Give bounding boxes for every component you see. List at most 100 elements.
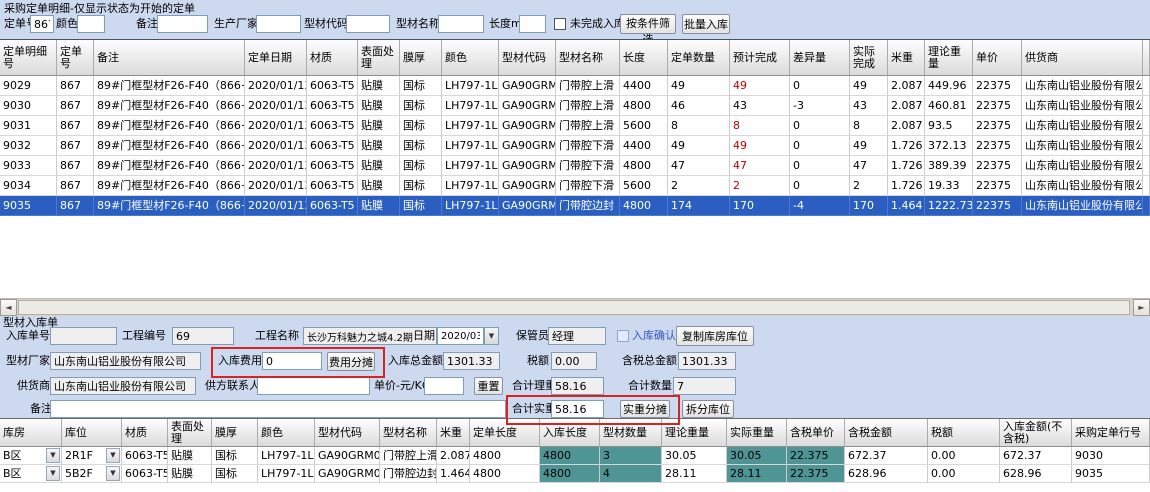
unit-price-input[interactable] (424, 377, 464, 395)
cell: 22375 (973, 76, 1022, 96)
column-header[interactable]: 入库金额(不含税) (1000, 419, 1072, 447)
column-header[interactable]: 米重 (888, 40, 925, 76)
column-header[interactable]: 定单号 (57, 40, 94, 76)
project-no-input[interactable] (172, 327, 234, 345)
table-row[interactable]: 903486789#门框型材F26-F40（866+867）2020/01/13… (0, 176, 1150, 196)
column-header[interactable]: 预计完成 (730, 40, 790, 76)
table-row[interactable]: B区▼5B2F▼6063-T5贴膜国标LH797-1LL0GA90GRM05门带… (0, 465, 1150, 483)
cell: B区▼ (0, 465, 62, 483)
reset-button[interactable]: 重置 (474, 377, 503, 395)
length-input[interactable] (519, 15, 546, 33)
column-header[interactable]: 库房 (0, 419, 62, 447)
batch-inbound-button[interactable]: 批量入库 (682, 14, 730, 34)
column-header[interactable]: 型材数量 (600, 419, 662, 447)
order-no-input[interactable] (30, 15, 54, 33)
unit-price-label: 单价-元/KG (374, 377, 430, 395)
total-qty-input[interactable] (673, 377, 736, 395)
column-header[interactable]: 颜色 (258, 419, 315, 447)
date-input[interactable] (437, 327, 484, 345)
column-header[interactable]: 差异量 (790, 40, 850, 76)
inbound-confirm-checkbox[interactable] (617, 330, 629, 342)
tax-input[interactable] (551, 352, 597, 370)
column-header[interactable]: 库位 (62, 419, 122, 447)
cell: 2.087 (888, 76, 925, 96)
column-header[interactable]: 表面处理 (168, 419, 212, 447)
column-header[interactable]: 表面处理 (358, 40, 400, 76)
inbound-total-input[interactable] (443, 352, 500, 370)
date-dropdown-icon[interactable]: ▼ (484, 327, 499, 345)
combo-arrow-icon[interactable]: ▼ (46, 466, 60, 481)
column-header[interactable]: 定单长度 (470, 419, 540, 447)
column-header[interactable]: 颜色 (442, 40, 499, 76)
scroll-right-icon[interactable]: ► (1133, 299, 1150, 316)
profile-name-input[interactable] (438, 15, 484, 33)
column-header[interactable]: 材质 (307, 40, 358, 76)
filter-by-condition-button[interactable]: 按条件筛选 (620, 14, 676, 34)
table-row[interactable]: 903086789#门框型材F26-F40（866+867）2020/01/13… (0, 96, 1150, 116)
manufacturer-label: 生产厂家 (214, 15, 258, 33)
column-header[interactable]: 型材代码 (499, 40, 556, 76)
column-header[interactable]: 材质 (122, 419, 168, 447)
cell: 门带腔下滑 (556, 176, 620, 196)
column-header[interactable]: 单价 (973, 40, 1022, 76)
column-header[interactable]: 膜厚 (212, 419, 258, 447)
column-header[interactable]: 定单明细号 (0, 40, 57, 76)
column-header[interactable]: 定单日期 (245, 40, 307, 76)
cell: 9033 (0, 156, 57, 176)
column-header[interactable]: 膜厚 (400, 40, 442, 76)
total-with-tax-input[interactable] (678, 352, 736, 370)
combo-arrow-icon[interactable]: ▼ (106, 466, 120, 481)
table-row[interactable]: 903386789#门框型材F26-F40（866+867）2020/01/13… (0, 156, 1150, 176)
column-header[interactable]: 理论重量 (662, 419, 727, 447)
column-header[interactable]: 理论重量 (925, 40, 973, 76)
column-header[interactable]: 供货商 (1022, 40, 1143, 76)
receipt-no-input[interactable] (50, 327, 117, 345)
scrollbar-thumb[interactable] (18, 300, 1130, 315)
column-header[interactable]: 型材名称 (380, 419, 437, 447)
combo-arrow-icon[interactable]: ▼ (46, 448, 60, 463)
table-row[interactable]: B区▼2R1F▼6063-T5贴膜国标LH797-1LL0GA90GRM03门带… (0, 447, 1150, 465)
table-row[interactable]: 903286789#门框型材F26-F40（866+867）2020/01/13… (0, 136, 1150, 156)
horizontal-scrollbar[interactable]: ◄ ► (0, 298, 1150, 316)
table-row[interactable]: 903186789#门框型材F26-F40（866+867）2020/01/13… (0, 116, 1150, 136)
cell: LH797-1LL0 (258, 447, 315, 465)
column-header[interactable] (1143, 40, 1150, 76)
column-header[interactable]: 备注 (94, 40, 245, 76)
total-theory-weight-input[interactable] (551, 377, 604, 395)
keeper-input[interactable] (548, 327, 606, 345)
column-header[interactable]: 型材代码 (315, 419, 380, 447)
supplier-input[interactable] (50, 377, 196, 395)
manufacturer-input[interactable] (256, 15, 301, 33)
copy-warehouse-button[interactable]: 复制库房库位 (676, 326, 754, 346)
fee-allocate-button[interactable]: 费用分摊 (327, 352, 375, 371)
supplier-contact-input[interactable] (257, 377, 370, 395)
column-header[interactable]: 税额 (928, 419, 1000, 447)
combo-arrow-icon[interactable]: ▼ (106, 448, 120, 463)
factory-input[interactable] (50, 352, 201, 370)
cell: 49 (850, 76, 888, 96)
split-location-button[interactable]: 拆分库位 (682, 400, 734, 418)
unfinished-inbound-checkbox[interactable] (554, 18, 566, 30)
remark-input[interactable] (50, 400, 506, 418)
profile-code-input[interactable] (346, 15, 390, 33)
column-header[interactable]: 含税单价 (787, 419, 845, 447)
total-actual-weight-input[interactable] (551, 400, 604, 418)
remark-filter-input[interactable] (157, 15, 208, 33)
table-row[interactable]: 903586789#门框型材F26-F40（866+867）2020/01/13… (0, 196, 1150, 216)
keeper-label: 保管员 (516, 327, 549, 345)
column-header[interactable]: 入库长度 (540, 419, 600, 447)
column-header[interactable]: 实际重量 (727, 419, 787, 447)
color-input[interactable] (77, 15, 105, 33)
column-header[interactable]: 定单数量 (668, 40, 730, 76)
column-header[interactable]: 长度 (620, 40, 668, 76)
cell: 89#门框型材F26-F40（866+867） (94, 96, 245, 116)
column-header[interactable]: 米重 (437, 419, 470, 447)
column-header[interactable]: 实际完成 (850, 40, 888, 76)
column-header[interactable]: 含税金额 (845, 419, 928, 447)
inbound-fee-input[interactable] (262, 352, 322, 370)
cell: 2 (668, 176, 730, 196)
table-row[interactable]: 902986789#门框型材F26-F40（866+867）2020/01/13… (0, 76, 1150, 96)
column-header[interactable]: 型材名称 (556, 40, 620, 76)
column-header[interactable]: 采购定单行号 (1072, 419, 1150, 447)
actual-weight-allocate-button[interactable]: 实重分摊 (620, 400, 670, 418)
